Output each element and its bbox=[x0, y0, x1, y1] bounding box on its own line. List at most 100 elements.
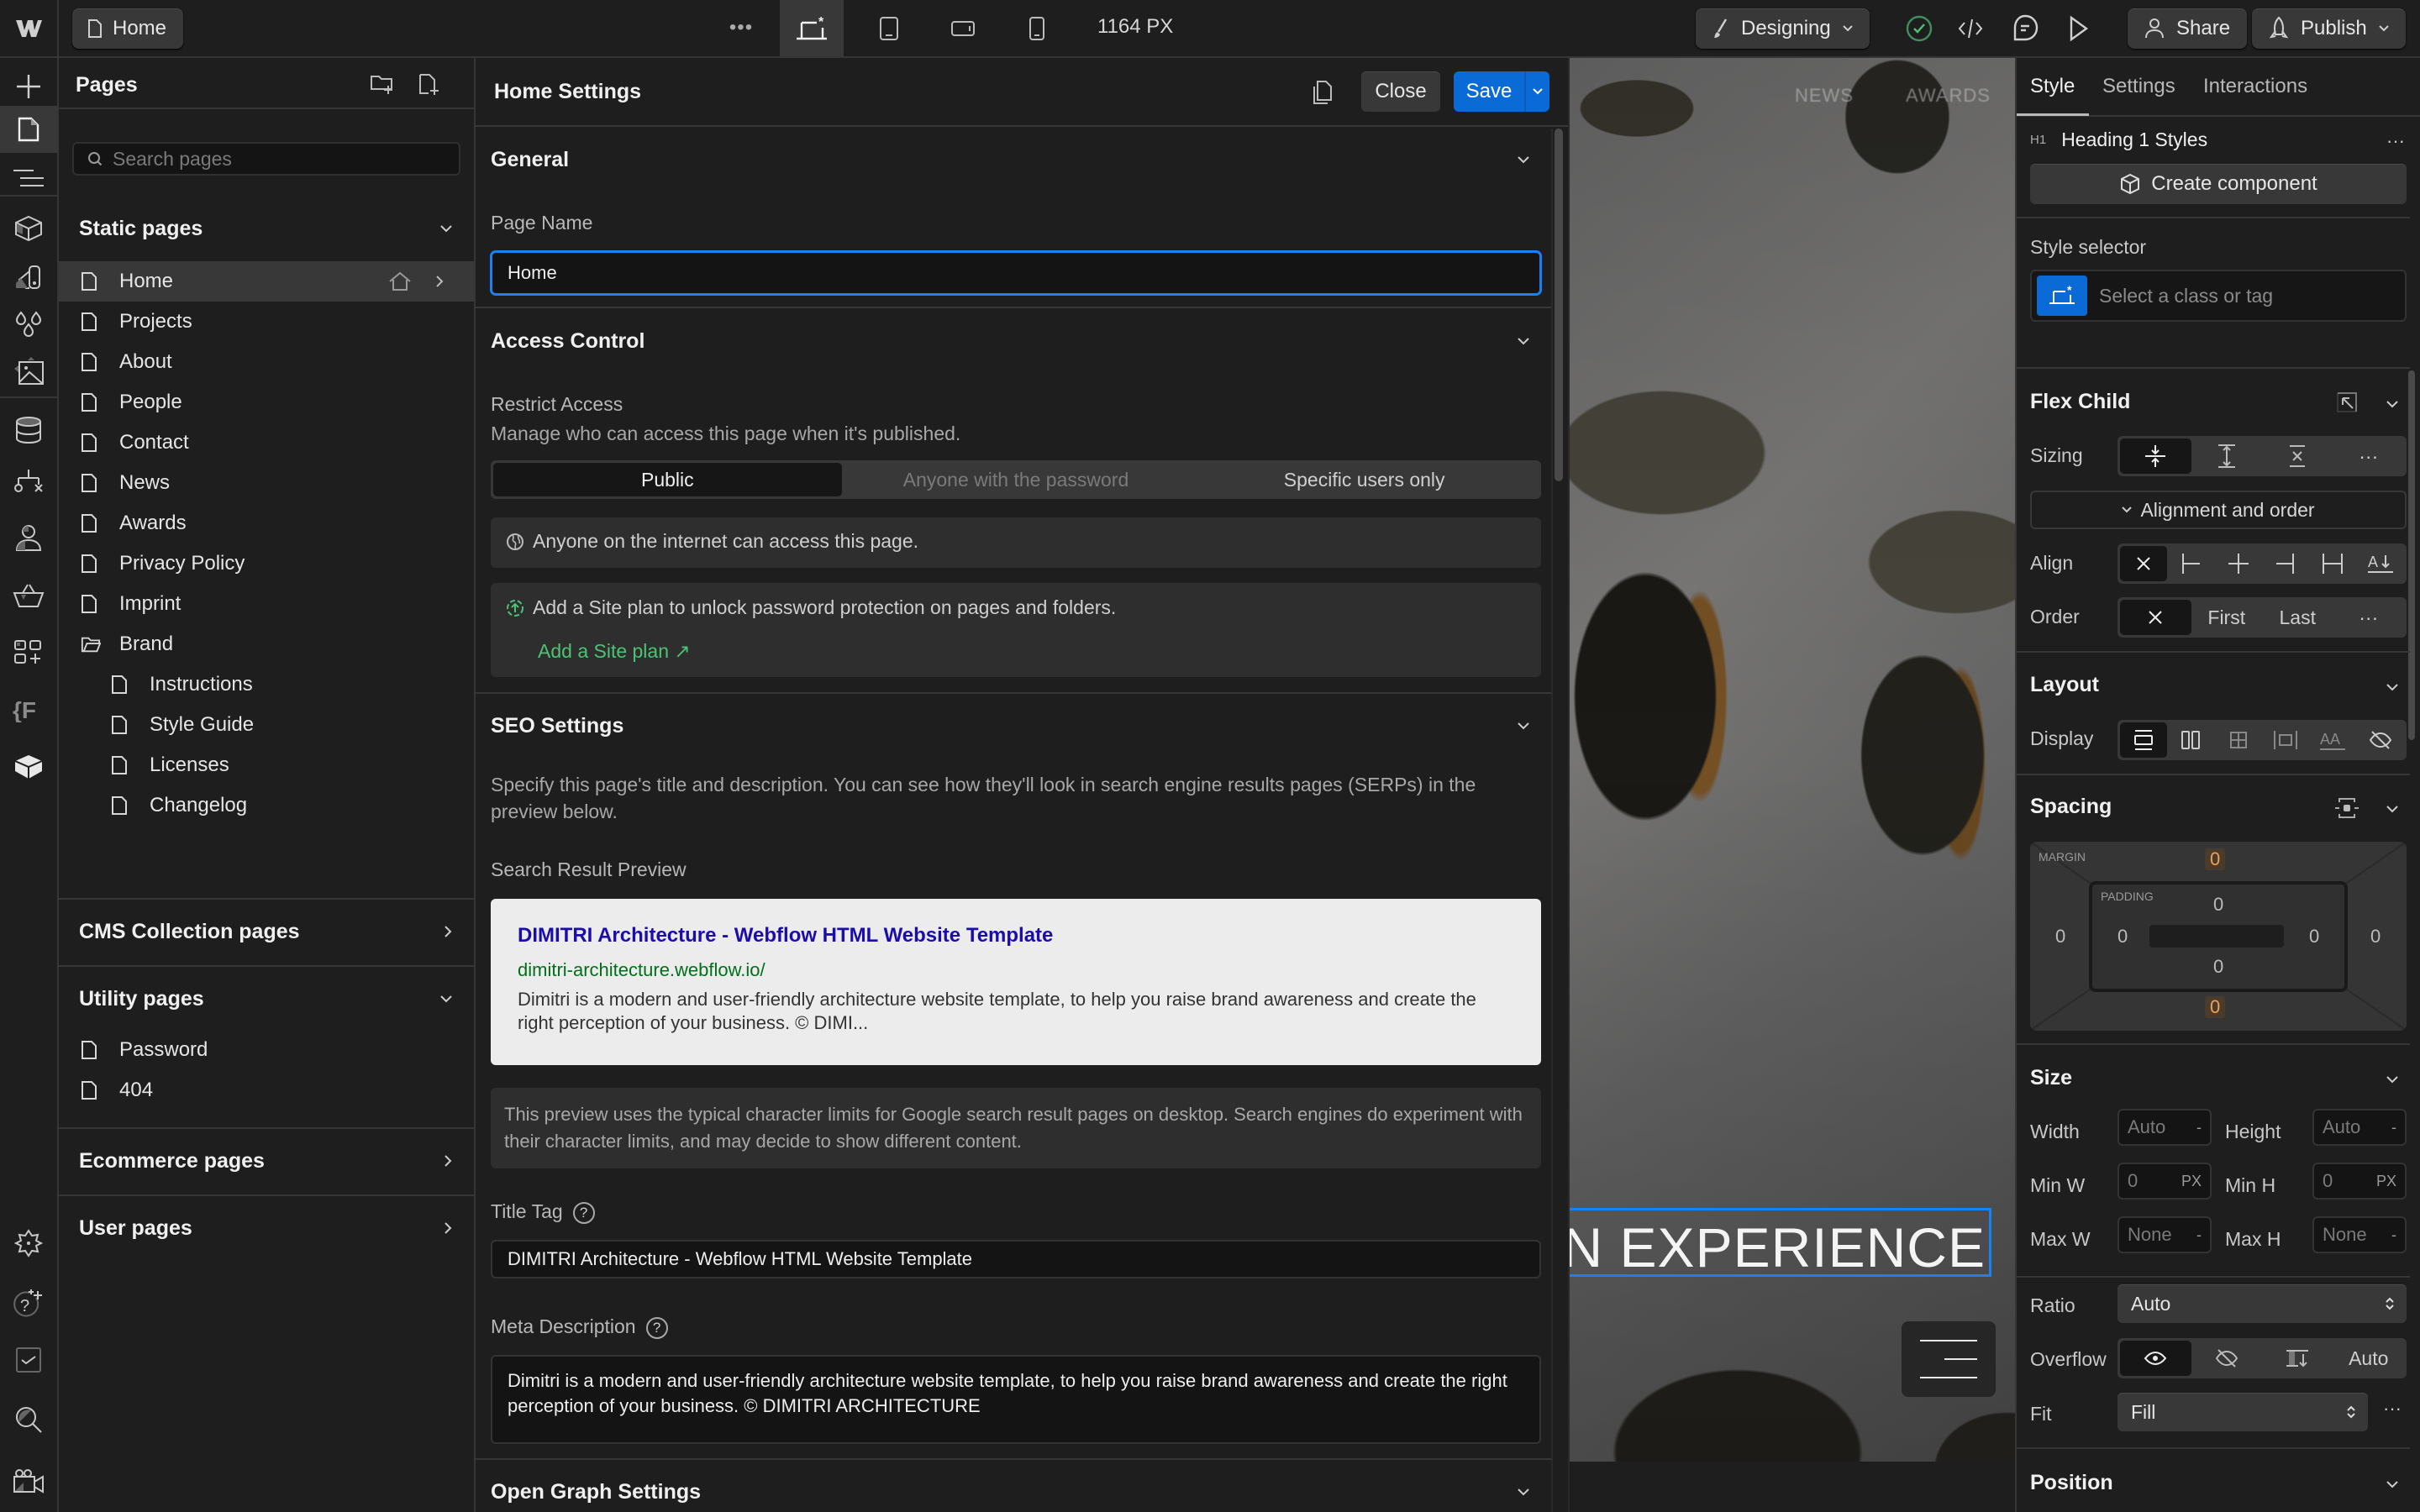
align-stretch-button[interactable] bbox=[2309, 546, 2356, 581]
page-item-imprint[interactable]: Imprint bbox=[59, 584, 474, 624]
logic-button[interactable] bbox=[0, 457, 57, 504]
new-folder-button[interactable] bbox=[370, 73, 393, 95]
margin-left-value[interactable]: 0 bbox=[2055, 926, 2065, 948]
site-settings-button[interactable] bbox=[0, 1220, 57, 1267]
breakpoint-desktop-button[interactable]: * bbox=[780, 0, 844, 56]
create-component-button[interactable]: Create component bbox=[2030, 164, 2407, 204]
display-flex-button[interactable] bbox=[2167, 722, 2214, 758]
utility-pages-section-header[interactable]: Utility pages bbox=[59, 982, 474, 1016]
settings-scrollbar[interactable] bbox=[1555, 129, 1563, 481]
style-panel-scrollbar[interactable] bbox=[2408, 370, 2415, 740]
pages-button[interactable] bbox=[0, 106, 57, 153]
overflow-scroll-button[interactable] bbox=[2262, 1341, 2333, 1376]
audit-button[interactable] bbox=[0, 1336, 57, 1383]
alignment-and-order-toggle[interactable]: Alignment and order bbox=[2030, 491, 2407, 529]
more-options-button[interactable]: ••• bbox=[728, 15, 755, 42]
new-page-button[interactable] bbox=[418, 73, 440, 97]
breakpoint-mobile-portrait-button[interactable] bbox=[1005, 0, 1069, 56]
align-center-button[interactable] bbox=[2215, 546, 2262, 581]
align-end-button[interactable] bbox=[2262, 546, 2309, 581]
max-width-unit[interactable]: - bbox=[2196, 1226, 2202, 1244]
display-inline-block-button[interactable] bbox=[2262, 722, 2309, 758]
ratio-select[interactable]: Auto bbox=[2118, 1284, 2407, 1323]
align-baseline-button[interactable]: A bbox=[2357, 546, 2404, 581]
user-pages-section-header[interactable]: User pages bbox=[59, 1211, 474, 1245]
general-collapse-button[interactable] bbox=[1518, 156, 1529, 164]
align-auto-button[interactable] bbox=[2120, 546, 2168, 581]
page-item-home[interactable]: Home bbox=[59, 261, 474, 302]
save-button[interactable]: Save bbox=[1454, 71, 1524, 112]
padding-bottom-value[interactable]: 0 bbox=[2213, 956, 2223, 978]
save-options-button[interactable] bbox=[1524, 71, 1549, 112]
display-inline-button[interactable]: AA bbox=[2309, 722, 2356, 758]
finsweet-app-button[interactable]: {F bbox=[0, 686, 57, 733]
margin-bottom-value[interactable]: 0 bbox=[2205, 996, 2226, 1018]
page-item-licenses[interactable]: Licenses bbox=[59, 745, 474, 785]
spacing-collapse-button[interactable] bbox=[2386, 806, 2398, 813]
seo-collapse-button[interactable] bbox=[1518, 722, 1529, 730]
tab-settings[interactable]: Settings bbox=[2102, 75, 2175, 98]
utility-page-item-404[interactable]: 404 bbox=[59, 1070, 474, 1110]
help-icon[interactable]: ? bbox=[572, 1201, 595, 1224]
selected-heading-element[interactable]: MAN EXPERIENCE bbox=[1570, 1208, 1991, 1277]
page-item-instructions[interactable]: Instructions bbox=[59, 664, 474, 705]
access-option-specific-users[interactable]: Specific users only bbox=[1190, 463, 1539, 496]
site-status-check-icon[interactable] bbox=[1906, 15, 1933, 42]
spacing-presets-button[interactable] bbox=[2334, 797, 2360, 819]
tab-interactions[interactable]: Interactions bbox=[2203, 75, 2307, 98]
help-button[interactable]: ? bbox=[0, 1279, 57, 1326]
layout-collapse-button[interactable] bbox=[2386, 684, 2398, 691]
height-input[interactable]: Auto - bbox=[2312, 1109, 2407, 1146]
libraries-button[interactable] bbox=[0, 743, 57, 790]
page-settings-chevron-icon[interactable] bbox=[435, 275, 444, 288]
breakpoint-tablet-button[interactable] bbox=[857, 0, 921, 56]
code-export-icon[interactable] bbox=[1958, 17, 1983, 40]
overflow-visible-button[interactable] bbox=[2120, 1341, 2191, 1376]
cms-collection-pages-section-header[interactable]: CMS Collection pages bbox=[59, 915, 474, 948]
publish-button[interactable]: Publish bbox=[2252, 8, 2406, 49]
ecommerce-button[interactable] bbox=[0, 572, 57, 619]
duplicate-page-button[interactable] bbox=[1313, 80, 1333, 105]
search-pages-field[interactable] bbox=[72, 142, 460, 176]
webflow-logo-icon[interactable] bbox=[0, 0, 59, 56]
order-more-button[interactable]: ··· bbox=[2333, 600, 2405, 635]
order-first-button[interactable]: First bbox=[2191, 600, 2263, 635]
display-grid-button[interactable] bbox=[2215, 722, 2262, 758]
access-control-collapse-button[interactable] bbox=[1518, 338, 1529, 345]
height-unit[interactable]: - bbox=[2391, 1119, 2396, 1137]
element-more-button[interactable]: ··· bbox=[2386, 130, 2405, 152]
help-icon[interactable]: ? bbox=[645, 1316, 668, 1339]
canvas-menu-button[interactable] bbox=[1902, 1321, 1996, 1397]
canvas-nav-awards[interactable]: AWARDS bbox=[1906, 85, 1991, 107]
padding-right-value[interactable]: 0 bbox=[2309, 926, 2319, 948]
assets-button[interactable] bbox=[0, 348, 57, 395]
display-none-button[interactable] bbox=[2357, 722, 2404, 758]
preview-play-icon[interactable] bbox=[2069, 15, 2089, 42]
max-height-input[interactable]: None - bbox=[2312, 1216, 2407, 1253]
meta-description-textarea[interactable]: Dimitri is a modern and user-friendly ar… bbox=[491, 1355, 1541, 1444]
style-selector-field[interactable]: * Select a class or tag bbox=[2030, 270, 2407, 322]
ecommerce-pages-section-header[interactable]: Ecommerce pages bbox=[59, 1144, 474, 1178]
access-option-password[interactable]: Anyone with the password bbox=[842, 463, 1191, 496]
static-pages-section-header[interactable]: Static pages bbox=[59, 212, 474, 245]
share-button[interactable]: Share bbox=[2128, 8, 2248, 49]
width-unit[interactable]: - bbox=[2196, 1119, 2202, 1137]
comments-icon[interactable] bbox=[2012, 14, 2039, 43]
home-page-icon[interactable] bbox=[388, 271, 412, 291]
breakpoint-mobile-landscape-button[interactable] bbox=[931, 0, 995, 56]
cms-button[interactable] bbox=[0, 407, 57, 454]
position-collapse-button[interactable] bbox=[2386, 1481, 2398, 1488]
fit-select[interactable]: Fill bbox=[2118, 1393, 2368, 1431]
max-width-input[interactable]: None - bbox=[2118, 1216, 2212, 1253]
fit-more-button[interactable]: ··· bbox=[2383, 1398, 2402, 1420]
sizing-none-button[interactable] bbox=[2262, 438, 2333, 474]
add-site-plan-link[interactable]: Add a Site plan ↗ bbox=[538, 640, 691, 663]
page-item-about[interactable]: About bbox=[59, 342, 474, 382]
design-canvas[interactable]: NEWS AWARDS MAN EXPERIENCE bbox=[1568, 58, 2015, 1512]
close-button[interactable]: Close bbox=[1361, 71, 1440, 112]
sizing-grow-button[interactable] bbox=[2191, 438, 2263, 474]
align-start-button[interactable] bbox=[2167, 546, 2214, 581]
sizing-more-button[interactable]: ··· bbox=[2333, 438, 2405, 474]
page-item-style-guide[interactable]: Style Guide bbox=[59, 705, 474, 745]
add-elements-button[interactable] bbox=[0, 63, 57, 110]
